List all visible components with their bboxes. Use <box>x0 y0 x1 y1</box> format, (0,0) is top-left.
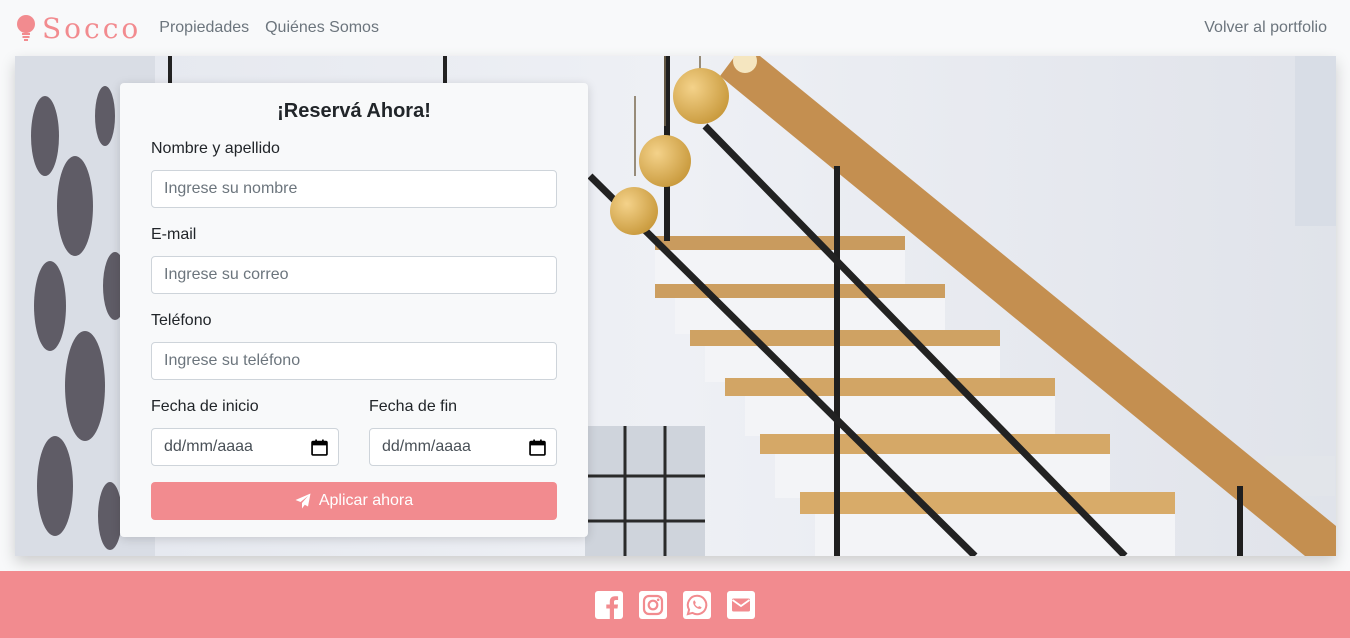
footer <box>0 571 1350 638</box>
brand[interactable]: Socco <box>16 12 141 45</box>
email-icon[interactable] <box>727 590 755 619</box>
calendar-icon[interactable] <box>311 439 328 456</box>
calendar-icon[interactable] <box>529 439 546 456</box>
reservation-form-card: ¡Reservá Ahora! Nombre y apellido Ingres… <box>120 83 588 537</box>
start-date-value: dd/mm/aaaa <box>164 438 253 455</box>
nav-link-propiedades[interactable]: Propiedades <box>159 19 249 37</box>
start-date-group: Fecha de inicio dd/mm/aaaa <box>151 397 339 466</box>
submit-label: Aplicar ahora <box>318 492 414 509</box>
brand-name: Socco <box>42 11 142 45</box>
date-row: Fecha de inicio dd/mm/aaaa Fecha de fin … <box>151 397 557 466</box>
end-date-label: Fecha de fin <box>369 398 458 415</box>
name-label: Nombre y apellido <box>151 140 280 157</box>
lightbulb-logo-icon <box>17 15 35 41</box>
phone-input[interactable]: Ingrese su teléfono <box>151 342 557 380</box>
email-label: E-mail <box>151 226 197 243</box>
end-date-input[interactable]: dd/mm/aaaa <box>369 428 557 466</box>
email-input[interactable]: Ingrese su correo <box>151 256 557 294</box>
submit-button[interactable]: Aplicar ahora <box>151 482 557 520</box>
end-date-value: dd/mm/aaaa <box>382 438 471 455</box>
end-date-group: Fecha de fin dd/mm/aaaa <box>369 397 557 466</box>
phone-label: Teléfono <box>151 312 212 329</box>
name-input[interactable]: Ingrese su nombre <box>151 170 557 208</box>
whatsapp-icon[interactable] <box>683 590 711 619</box>
start-date-label: Fecha de inicio <box>151 398 259 415</box>
form-title: ¡Reservá Ahora! <box>277 100 431 122</box>
nav-link-quienes-somos[interactable]: Quiénes Somos <box>265 19 379 37</box>
instagram-icon[interactable] <box>639 590 667 619</box>
navbar: Socco Propiedades Quiénes Somos Volver a… <box>0 0 1350 56</box>
start-date-input[interactable]: dd/mm/aaaa <box>151 428 339 466</box>
facebook-icon[interactable] <box>595 590 623 619</box>
paper-plane-icon <box>295 493 311 509</box>
nav-link-portfolio[interactable]: Volver al portfolio <box>1204 19 1327 37</box>
